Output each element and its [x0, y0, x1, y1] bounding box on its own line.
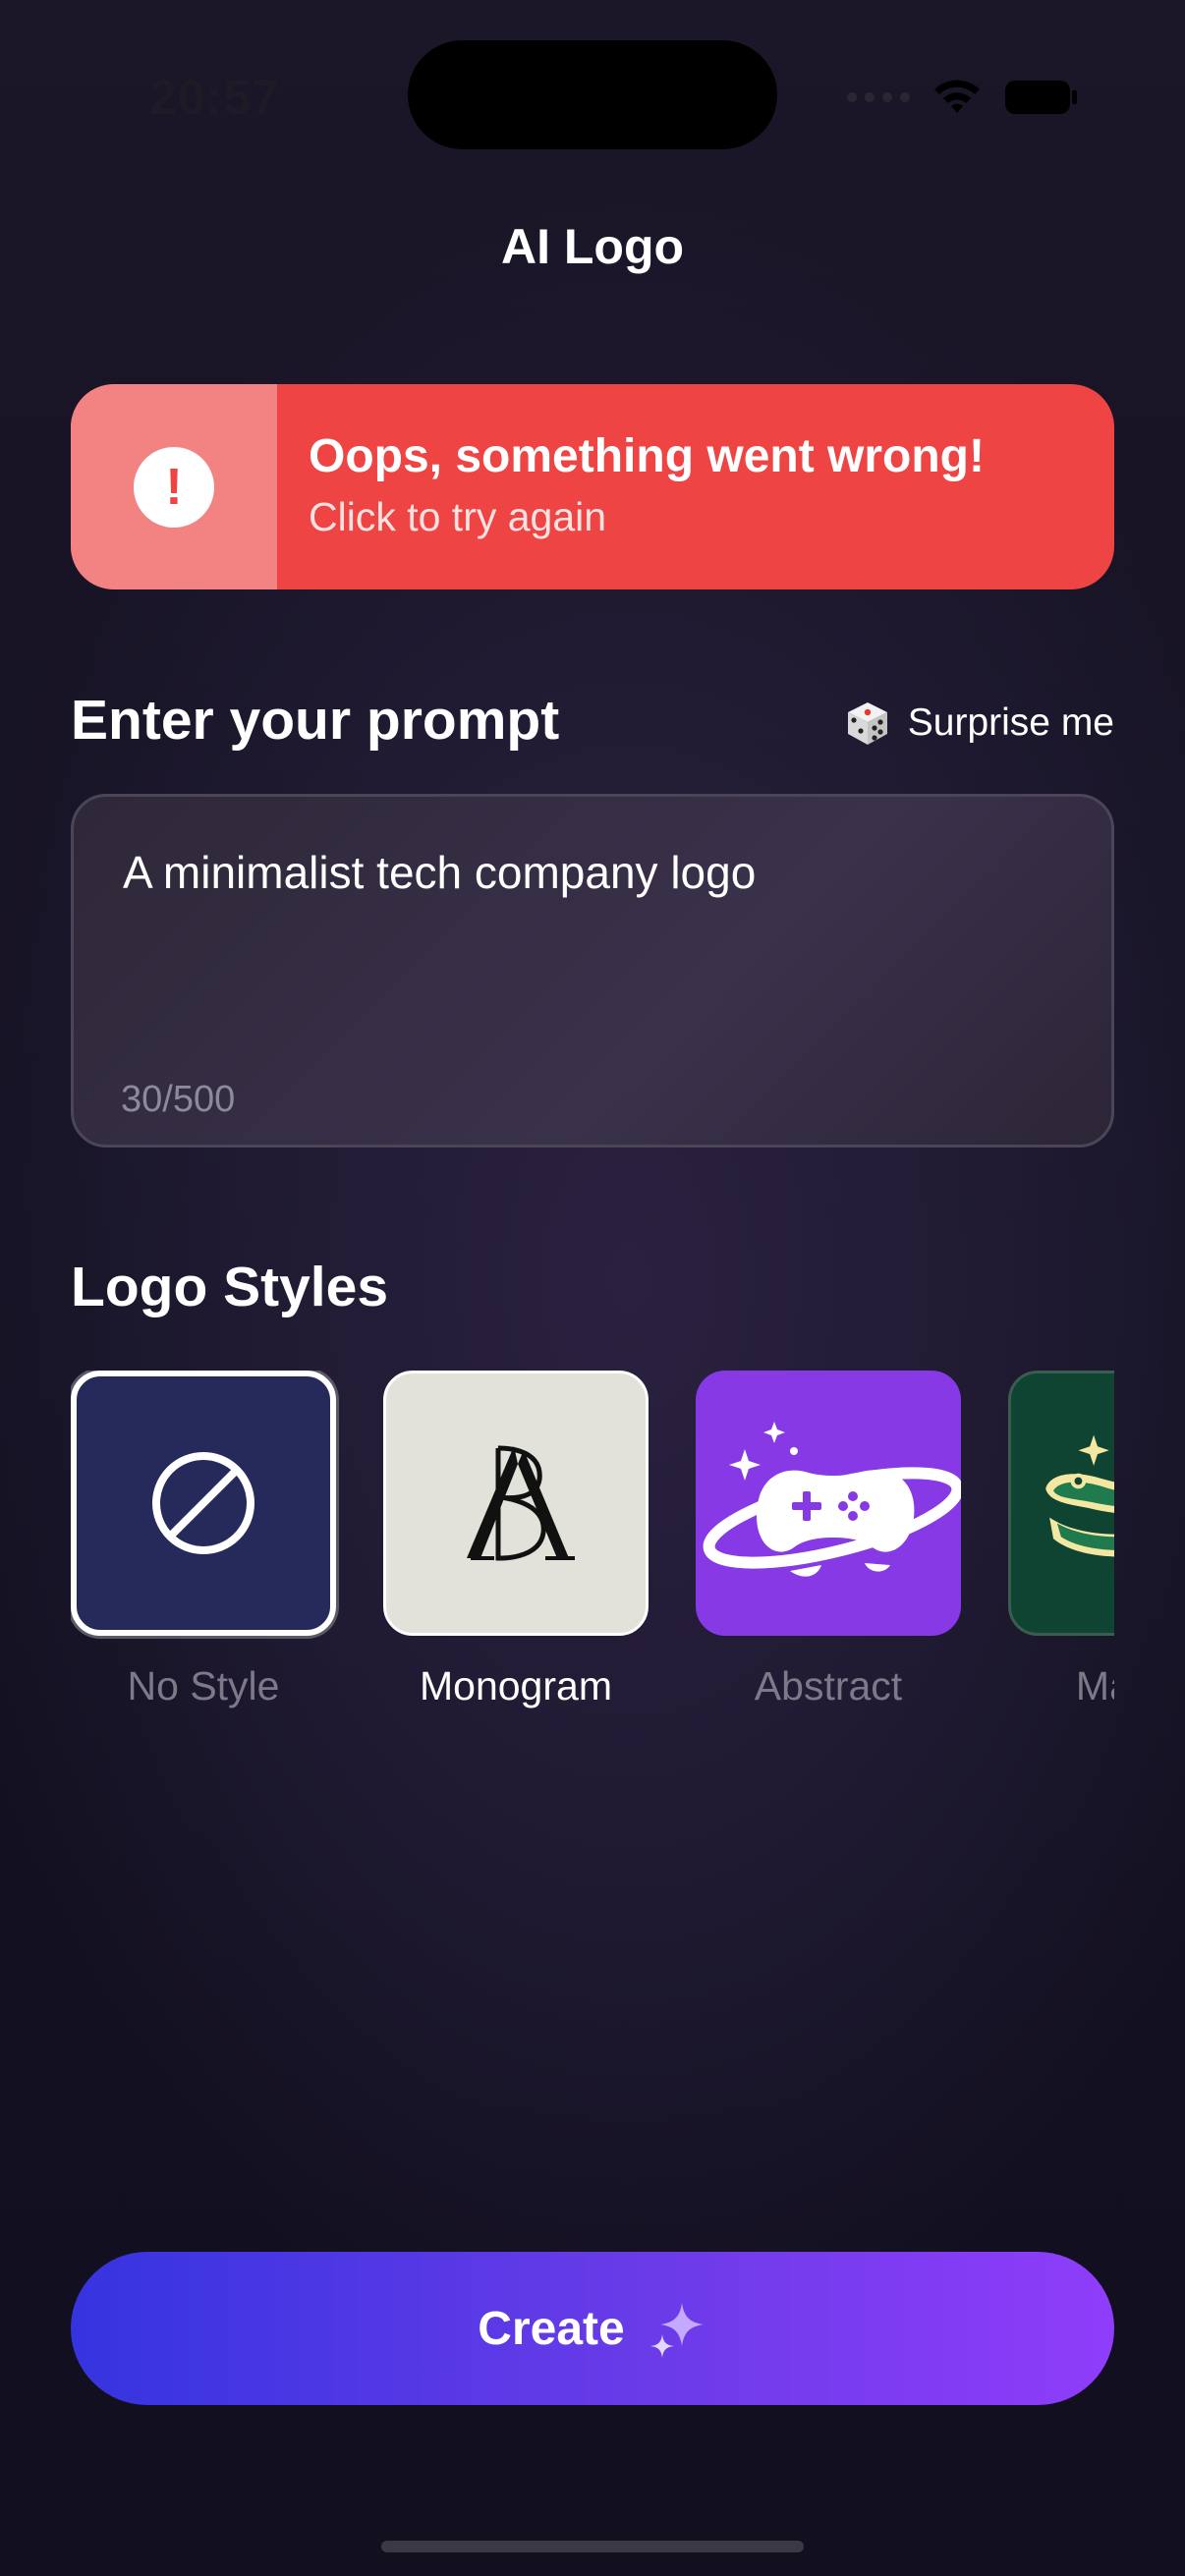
create-button[interactable]: Create — [71, 2252, 1114, 2405]
style-option-abstract[interactable]: Abstract — [696, 1371, 961, 1709]
status-time: 20:57 — [149, 70, 280, 125]
error-title: Oops, something went wrong! — [309, 430, 985, 482]
error-text: Oops, something went wrong! Click to try… — [277, 384, 985, 589]
dynamic-island — [408, 40, 777, 149]
mascot-card[interactable] — [1008, 1371, 1114, 1636]
sparkles-icon — [649, 2303, 704, 2358]
prompt-text[interactable]: A minimalist tech company logo — [123, 846, 756, 899]
surprise-me-button[interactable]: Surprise me — [843, 694, 1114, 753]
character-count: 30/500 — [121, 1079, 236, 1120]
prompt-section-title: Enter your prompt — [71, 689, 560, 752]
style-option-monogram[interactable]: Monogram — [383, 1371, 649, 1709]
no-style-icon — [152, 1452, 254, 1554]
no-style-card[interactable] — [71, 1371, 336, 1636]
home-indicator — [381, 2541, 804, 2552]
error-icon-zone: ! — [71, 384, 277, 589]
page-title: AI Logo — [500, 219, 685, 274]
crocodile-mascot-icon — [1045, 1434, 1114, 1557]
battery-icon — [1005, 81, 1077, 114]
planet-gamepad-icon — [703, 1422, 961, 1577]
styles-carousel[interactable]: No Style Monogram Abstract M — [71, 1371, 1114, 1724]
surprise-me-label: Surprise me — [907, 701, 1114, 744]
style-label: No Style — [127, 1663, 280, 1708]
dice-icon — [847, 702, 887, 745]
create-label: Create — [478, 2302, 625, 2355]
cellular-icon — [847, 92, 910, 102]
monogram-logo-icon — [467, 1445, 575, 1561]
prompt-input[interactable]: A minimalist tech company logo 30/500 — [71, 794, 1114, 1148]
style-option-no-style[interactable]: No Style — [71, 1371, 336, 1709]
style-label: Monogram — [420, 1663, 612, 1708]
style-label: Mascot — [1075, 1663, 1114, 1708]
status-icons — [847, 73, 1079, 122]
error-banner[interactable]: ! Oops, something went wrong! Click to t… — [71, 384, 1114, 589]
monogram-card[interactable] — [383, 1371, 649, 1636]
style-label: Abstract — [754, 1663, 903, 1708]
styles-section-title: Logo Styles — [71, 1256, 389, 1318]
error-retry-hint: Click to try again — [309, 494, 607, 539]
style-option-mascot[interactable]: Mascot — [1008, 1371, 1114, 1709]
alert-icon: ! — [134, 446, 214, 528]
abstract-card[interactable] — [696, 1371, 961, 1636]
wifi-icon — [934, 80, 980, 113]
